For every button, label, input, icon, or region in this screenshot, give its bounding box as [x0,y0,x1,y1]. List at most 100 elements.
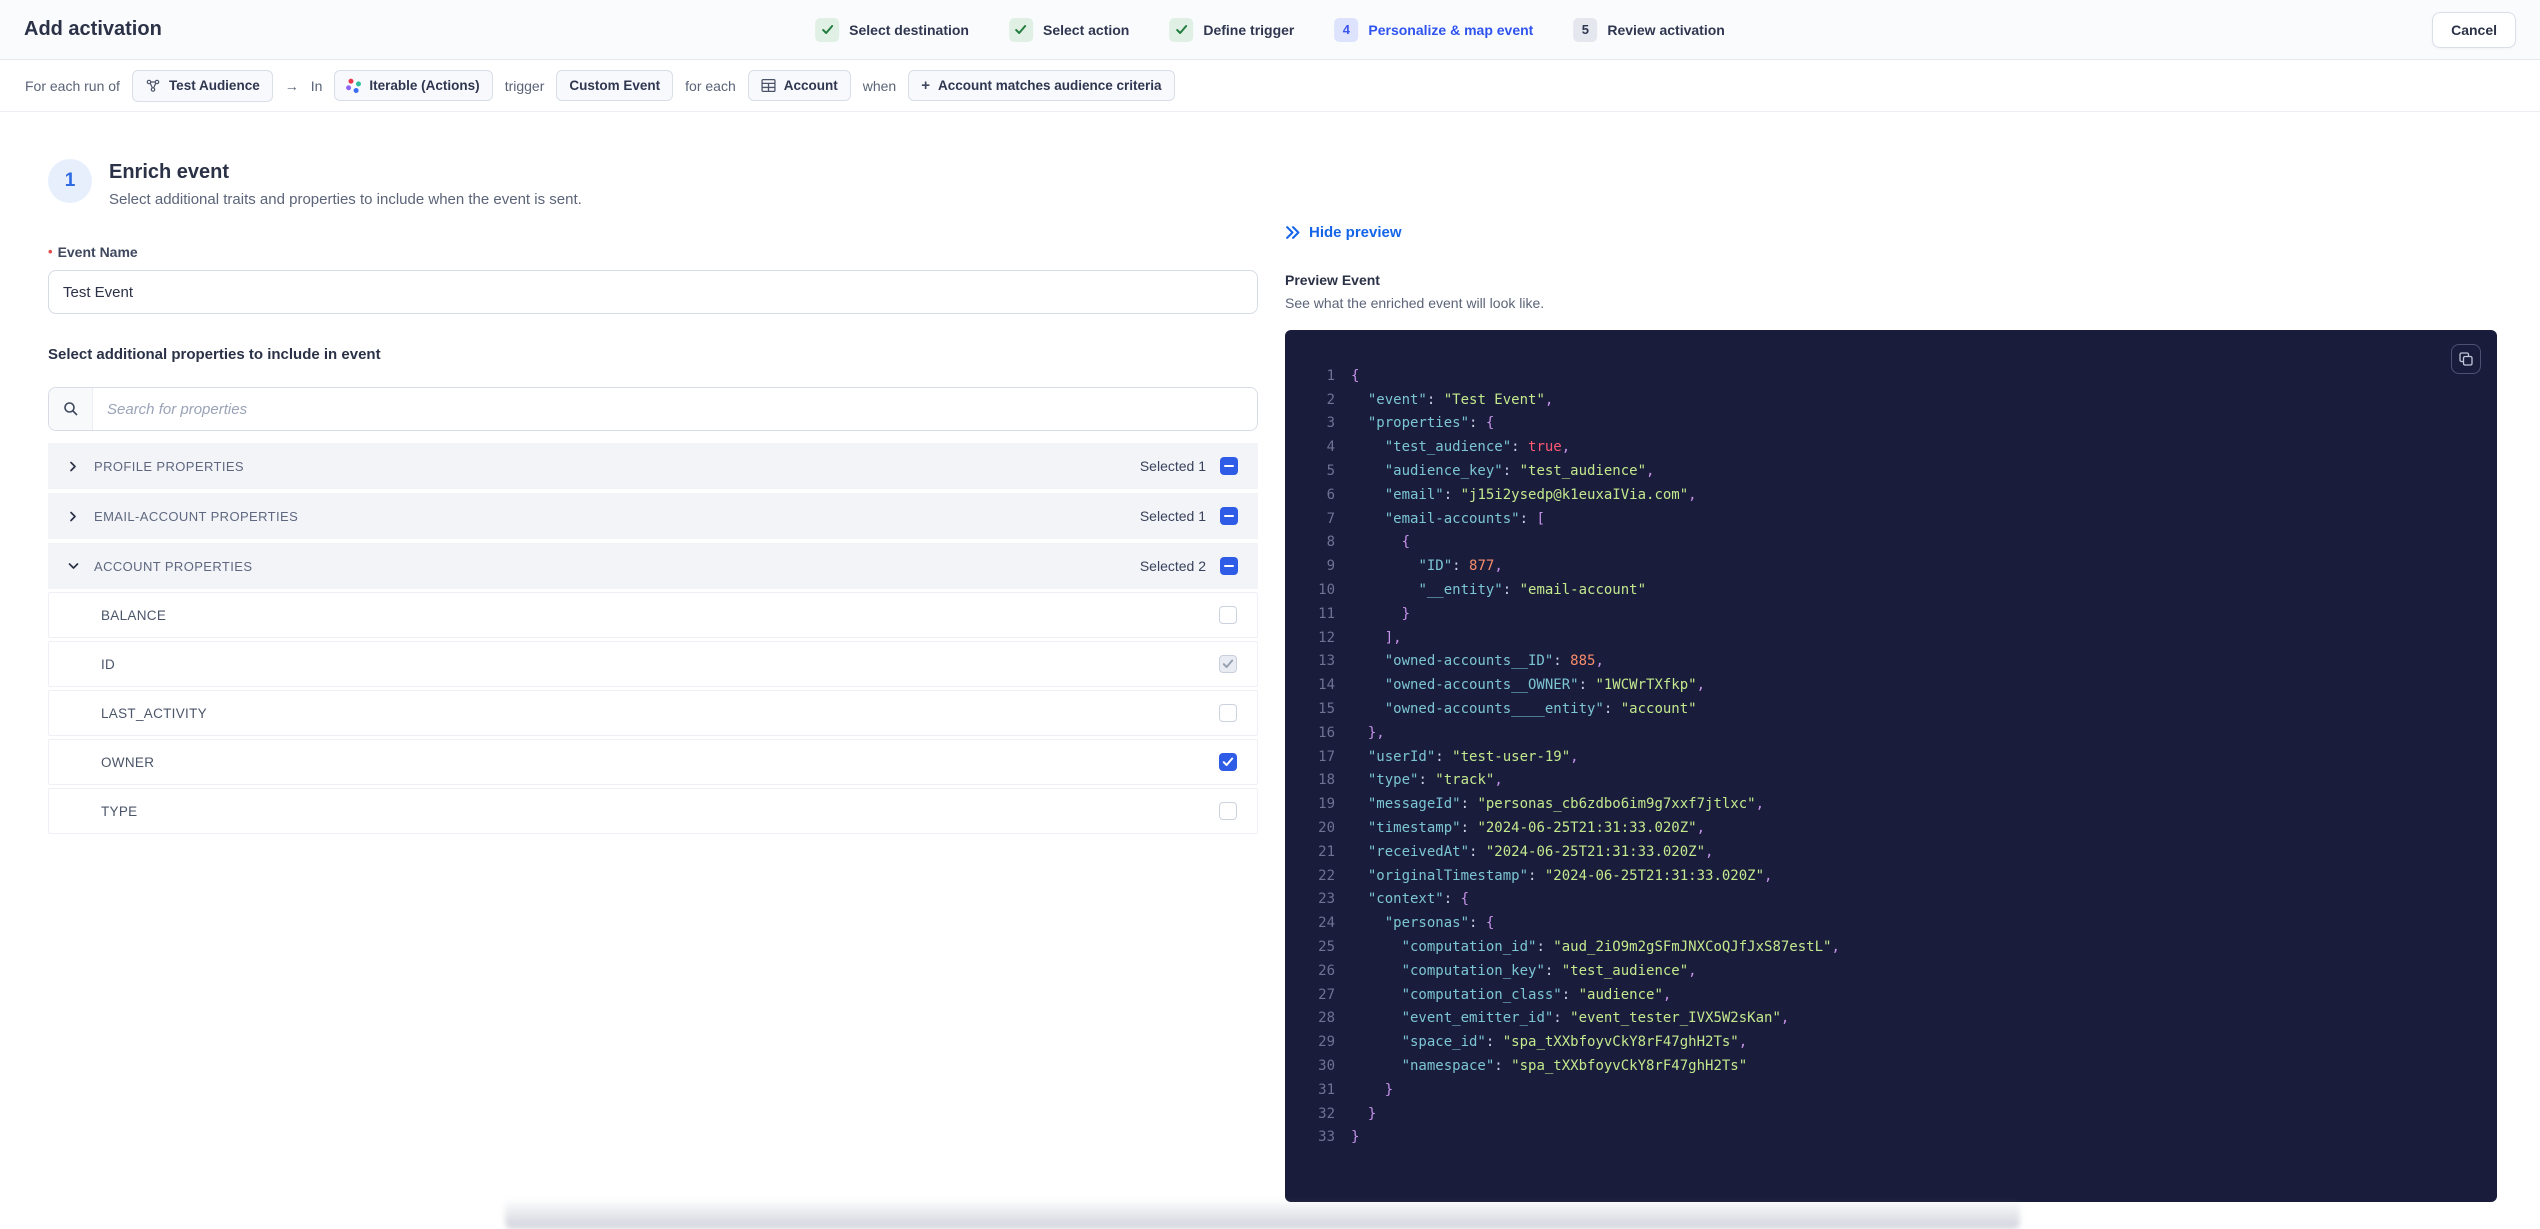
event-name-label: • Event Name [48,244,138,260]
trigger-text: In [310,77,323,94]
code-line: 32 } [1285,1102,2497,1126]
search-input[interactable] [93,388,1257,430]
code-text: "space_id": "spa_tXXbfoyvCkY8rF47ghH2Ts"… [1401,1034,1748,1051]
trigger-text: when [862,77,897,94]
preview-title: Preview Event [1285,272,1380,288]
copy-button[interactable] [2451,344,2481,374]
step-personalize-map-event[interactable]: 4 Personalize & map event [1334,17,1534,42]
main-content: 1 Enrich event Select additional traits … [0,112,2540,1217]
trigger-chip-iterable-actions[interactable]: Iterable (Actions) [334,70,493,101]
code-text: } [1351,1129,1360,1146]
property-checkbox[interactable] [1219,704,1237,722]
code-line: 5 "audience_key": "test_audience", [1285,459,2497,483]
code-line: 2 "event": "Test Event", [1285,388,2497,412]
minus-mark [1224,515,1234,517]
line-number: 12 [1318,629,1335,646]
event-name-input[interactable] [48,270,1258,314]
line-number: 15 [1318,701,1335,718]
code-line: 31 } [1285,1078,2497,1102]
step-select-destination[interactable]: Select destination [815,17,969,42]
chevron-down-icon [68,561,94,571]
code-line: 9 "ID": 877, [1285,554,2497,578]
enrich-title: Enrich event [109,161,230,183]
code-text: { [1351,367,1360,384]
line-number: 8 [1326,534,1335,551]
step-check-icon [1008,17,1033,42]
trigger-chip-account-matches-audience-criteria[interactable]: + Account matches audience criteria [908,70,1175,101]
code-text: "receivedAt": "2024-06-25T21:31:33.020Z"… [1367,843,1714,860]
trigger-text: for each [685,77,736,94]
search-icon [49,388,93,430]
line-number: 2 [1326,391,1335,408]
code-line: 20 "timestamp": "2024-06-25T21:31:33.020… [1285,816,2497,840]
cancel-button[interactable]: Cancel [2432,11,2516,48]
trigger-chip-label: Account matches audience criteria [937,78,1162,93]
group-checkbox[interactable] [1220,557,1238,575]
property-row-id[interactable]: ID [48,641,1258,687]
code-text: "event": "Test Event", [1367,391,1554,408]
code-text: "owned-accounts__ID": 885, [1384,653,1604,670]
line-number: 7 [1326,510,1335,527]
line-number: 14 [1318,677,1335,694]
property-checkbox[interactable] [1219,753,1237,771]
app-header: Add activation Select destination Select … [0,0,2540,60]
group-label: PROFILE PROPERTIES [94,458,244,474]
code-line: 15 "owned-accounts____entity": "account" [1285,697,2497,721]
property-checkbox[interactable] [1219,606,1237,624]
group-header-email-account-properties[interactable]: EMAIL-ACCOUNT PROPERTIES Selected 1 [48,493,1258,539]
audience-icon [145,78,161,94]
line-number: 23 [1318,891,1335,908]
code-line: 27 "computation_class": "audience", [1285,983,2497,1007]
property-row-owner[interactable]: OWNER [48,739,1258,785]
code-line: 11 } [1285,602,2497,626]
group-header-account-properties[interactable]: ACCOUNT PROPERTIES Selected 2 [48,543,1258,589]
properties-accordion: PROFILE PROPERTIES Selected 1 EMAIL-ACCOUN… [48,443,1258,834]
code-line: 14 "owned-accounts__OWNER": "1WCWrTXfkp"… [1285,673,2497,697]
step-define-trigger[interactable]: Define trigger [1169,17,1294,42]
code-line: 24 "personas": { [1285,911,2497,935]
step-label: Select action [1042,21,1130,38]
line-number: 21 [1318,843,1335,860]
trigger-chip-account[interactable]: Account [747,70,851,101]
code-text: } [1384,1081,1394,1098]
code-text: "userId": "test-user-19", [1367,748,1579,765]
code-text: "owned-accounts____entity": "account" [1384,701,1697,718]
line-number: 25 [1318,939,1335,956]
line-number: 26 [1318,962,1335,979]
code-line: 6 "email": "j15i2ysedp@k1euxaIVia.com", [1285,483,2497,507]
group-checkbox[interactable] [1220,507,1238,525]
code-line: 19 "messageId": "personas_cb6zdbo6im9g7x… [1285,792,2497,816]
code-line: 16 }, [1285,721,2497,745]
group-checkbox[interactable] [1220,457,1238,475]
line-number: 20 [1318,820,1335,837]
step-select-action[interactable]: Select action [1008,17,1130,42]
property-row-balance[interactable]: BALANCE [48,592,1258,638]
step-label: Review activation [1607,21,1725,38]
step-label: Personalize & map event [1368,21,1534,38]
group-header-right: Selected 1 [1140,507,1238,525]
code-text: "computation_class": "audience", [1401,986,1672,1003]
hide-preview-link[interactable]: Hide preview [1285,224,2497,241]
property-row-type[interactable]: TYPE [48,788,1258,834]
code-text: "event_emitter_id": "event_tester_IVX5W2… [1401,1010,1790,1027]
step-review-activation[interactable]: 5 Review activation [1573,17,1725,42]
code-line: 33} [1285,1126,2497,1150]
code-text: "email": "j15i2ysedp@k1euxaIVia.com", [1384,486,1697,503]
code-text: "__entity": "email-account" [1418,582,1647,599]
group-header-profile-properties[interactable]: PROFILE PROPERTIES Selected 1 [48,443,1258,489]
property-checkbox[interactable] [1219,802,1237,820]
trigger-chip-custom-event[interactable]: Custom Event [556,70,674,101]
line-number: 18 [1318,772,1335,789]
line-number: 33 [1318,1129,1335,1146]
line-number: 31 [1318,1081,1335,1098]
trigger-chip-test-audience[interactable]: Test Audience [131,69,273,102]
code-text: "namespace": "spa_tXXbfoyvCkY8rF47ghH2Ts… [1401,1058,1748,1074]
code-text: "properties": { [1367,415,1495,432]
property-name: ID [101,656,116,672]
code-text: "email-accounts": [ [1384,510,1545,527]
property-row-last-activity[interactable]: LAST_ACTIVITY [48,690,1258,736]
line-number: 29 [1318,1034,1335,1051]
line-number: 30 [1318,1058,1335,1074]
property-checkbox[interactable] [1219,655,1237,673]
step-number-badge: 4 [1334,17,1359,42]
